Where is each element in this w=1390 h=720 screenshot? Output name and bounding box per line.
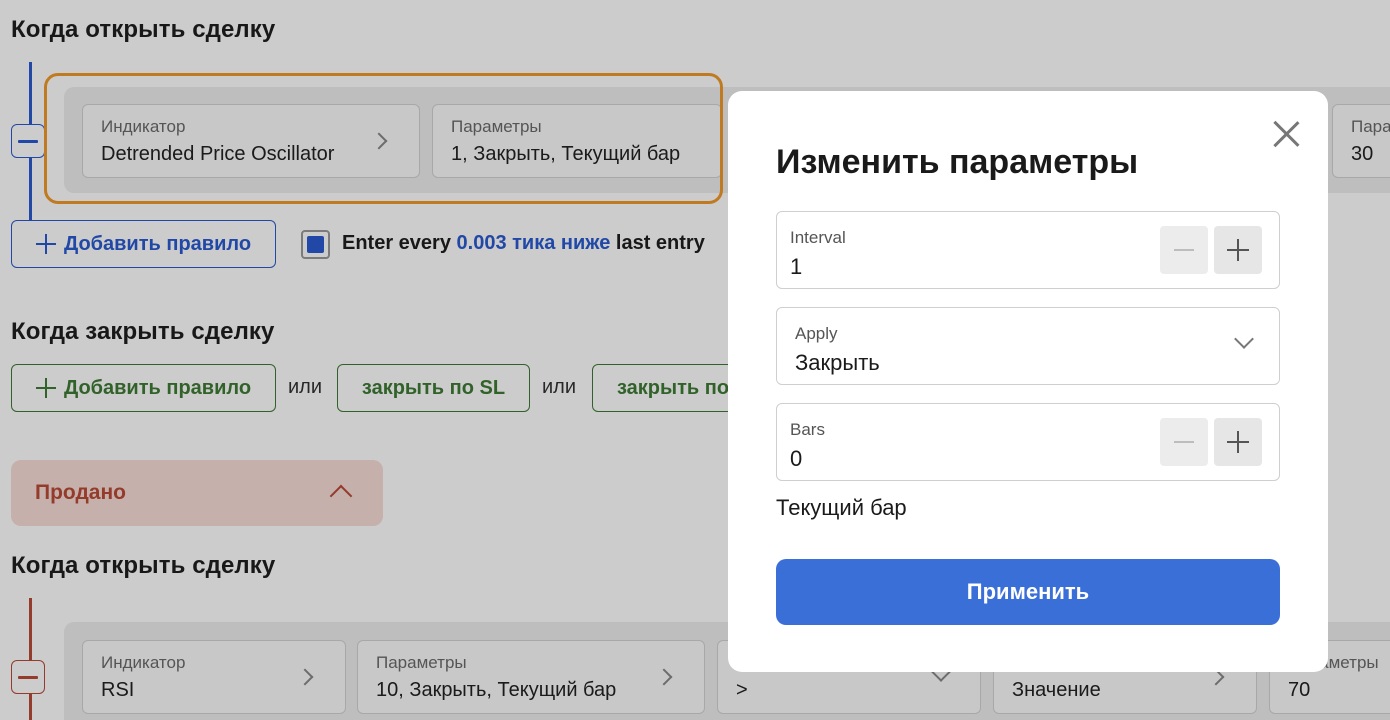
apply-label: Apply <box>795 324 838 343</box>
apply-button[interactable]: Применить <box>776 559 1280 625</box>
interval-label: Interval <box>790 228 846 247</box>
close-icon[interactable] <box>1272 120 1300 148</box>
bars-decrement-button[interactable] <box>1160 418 1208 466</box>
apply-select[interactable]: Apply Закрыть <box>776 307 1280 385</box>
strategy-editor-page: Когда открыть сделку Индикатор Detrended… <box>0 0 1390 720</box>
edit-parameters-dialog: Изменить параметры Interval 1 Apply Закр… <box>728 91 1328 672</box>
bars-value[interactable]: 0 <box>790 446 802 472</box>
dialog-title: Изменить параметры <box>776 143 1139 181</box>
bars-label: Bars <box>790 420 825 439</box>
apply-value: Закрыть <box>795 350 880 375</box>
interval-value[interactable]: 1 <box>790 254 802 280</box>
bars-hint: Текущий бар <box>776 495 907 520</box>
interval-field: Interval 1 <box>776 211 1280 289</box>
apply-button-label: Применить <box>966 579 1090 604</box>
interval-decrement-button[interactable] <box>1160 226 1208 274</box>
chevron-down-icon <box>1234 329 1254 349</box>
bars-increment-button[interactable] <box>1214 418 1262 466</box>
interval-increment-button[interactable] <box>1214 226 1262 274</box>
bars-field: Bars 0 <box>776 403 1280 481</box>
